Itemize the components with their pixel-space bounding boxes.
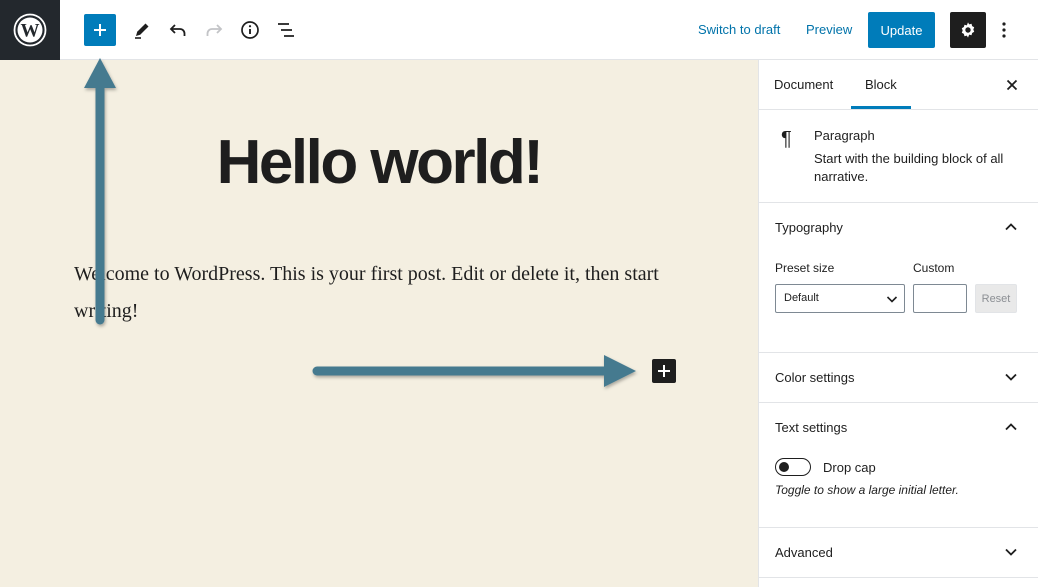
update-button[interactable]: Update <box>868 12 935 48</box>
info-icon <box>241 21 259 39</box>
text-settings-panel-toggle[interactable]: Text settings <box>759 403 1038 452</box>
more-tools-button[interactable] <box>994 14 1014 46</box>
preset-size-label: Preset size <box>775 261 835 275</box>
custom-size-label: Custom <box>913 261 955 275</box>
preset-size-select[interactable]: Default <box>775 284 905 313</box>
block-card-description: Start with the building block of all nar… <box>814 151 1004 184</box>
chevron-down-icon <box>886 296 898 303</box>
chevron-up-icon <box>1005 423 1017 431</box>
toggle-knob <box>779 462 789 472</box>
text-settings-panel: Text settings Drop cap Toggle to show a … <box>759 403 1038 528</box>
preview-link[interactable]: Preview <box>806 22 852 37</box>
details-button[interactable] <box>234 14 266 46</box>
list-view-icon <box>278 23 294 37</box>
advanced-panel: Advanced <box>759 528 1038 578</box>
tools-button[interactable] <box>126 14 158 46</box>
svg-text:W: W <box>21 21 40 42</box>
more-vertical-icon <box>1002 22 1006 38</box>
close-icon <box>1006 79 1018 91</box>
chevron-down-icon <box>1005 373 1017 381</box>
typography-panel: Typography Preset size Custom Default Re… <box>759 203 1038 353</box>
sidebar-tabs: Document Block <box>759 60 1038 110</box>
settings-toggle-button[interactable] <box>950 12 986 48</box>
switch-to-draft-link[interactable]: Switch to draft <box>698 22 780 37</box>
paragraph-icon: ¶ <box>781 128 792 150</box>
preset-size-value: Default <box>784 292 819 304</box>
editor-canvas: Hello world! Welcome to WordPress. This … <box>0 60 758 587</box>
settings-sidebar: Document Block ¶ Paragraph Start with th… <box>758 60 1038 587</box>
gear-icon <box>961 22 975 38</box>
wordpress-logo-icon: W <box>13 13 47 47</box>
post-title[interactable]: Hello world! <box>0 132 758 194</box>
undo-button[interactable] <box>162 14 194 46</box>
color-settings-title: Color settings <box>775 370 855 385</box>
plus-icon <box>658 365 670 377</box>
chevron-down-icon <box>1005 548 1017 556</box>
redo-button[interactable] <box>198 14 230 46</box>
block-card: ¶ Paragraph Start with the building bloc… <box>759 110 1038 203</box>
drop-cap-toggle[interactable] <box>775 458 811 476</box>
block-card-title: Paragraph <box>814 128 875 143</box>
wordpress-logo-button[interactable]: W <box>0 0 60 60</box>
add-block-button[interactable] <box>84 14 116 46</box>
color-settings-panel-toggle[interactable]: Color settings <box>759 353 1038 402</box>
tab-block[interactable]: Block <box>851 60 911 109</box>
inline-add-block-button[interactable] <box>652 359 676 383</box>
reset-size-button[interactable]: Reset <box>975 284 1017 313</box>
custom-size-input[interactable] <box>913 284 967 313</box>
plus-icon <box>94 24 106 36</box>
chevron-up-icon <box>1005 223 1017 231</box>
editor-top-toolbar: W Switch to draft Preview Update <box>0 0 1038 60</box>
paragraph-block[interactable]: Welcome to WordPress. This is your first… <box>74 256 674 330</box>
pencil-icon <box>135 23 149 39</box>
redo-icon <box>206 24 223 36</box>
tab-document[interactable]: Document <box>774 60 833 109</box>
text-settings-title: Text settings <box>775 420 848 435</box>
advanced-panel-title: Advanced <box>775 545 833 560</box>
close-sidebar-button[interactable] <box>1002 75 1022 95</box>
advanced-panel-toggle[interactable]: Advanced <box>759 528 1038 577</box>
drop-cap-help-text: Toggle to show a large initial letter. <box>775 483 959 497</box>
undo-icon <box>169 24 186 36</box>
block-navigation-button[interactable] <box>270 14 302 46</box>
color-settings-panel: Color settings <box>759 353 1038 403</box>
typography-panel-toggle[interactable]: Typography <box>759 203 1038 252</box>
drop-cap-label[interactable]: Drop cap <box>823 460 876 475</box>
typography-panel-title: Typography <box>775 220 843 235</box>
